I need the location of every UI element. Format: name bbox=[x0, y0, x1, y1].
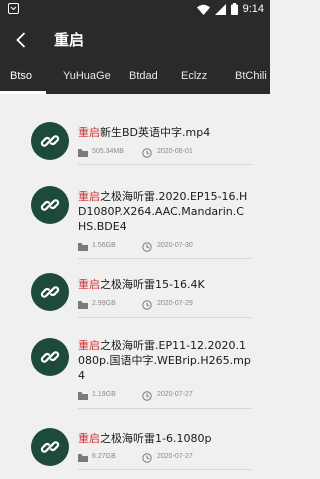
result-title-text: 之极海听雷15-16.4K bbox=[100, 278, 205, 291]
status-bar: 9:14 bbox=[0, 0, 270, 18]
tab-yuhuage[interactable]: YuHuaGe bbox=[63, 70, 111, 82]
result-meta: 2.99GB 2020-07-29 bbox=[78, 299, 258, 311]
app-notification-icon bbox=[8, 3, 19, 14]
result-size: 505.34MB bbox=[92, 148, 124, 155]
folder-icon bbox=[78, 149, 88, 157]
result-meta: 6.27GB 2020-07-27 bbox=[78, 452, 258, 464]
link-avatar bbox=[31, 186, 69, 224]
app-bar: 重启 bbox=[0, 18, 270, 62]
link-avatar bbox=[31, 428, 69, 466]
folder-icon bbox=[78, 454, 88, 462]
folder-icon bbox=[78, 301, 88, 309]
result-date: 2020-07-27 bbox=[157, 453, 193, 460]
result-title: 重启新生BD英语中字.mp4 bbox=[78, 125, 252, 140]
result-title-highlight: 重启 bbox=[78, 432, 100, 445]
link-icon bbox=[40, 351, 60, 363]
clock-icon bbox=[142, 391, 152, 401]
link-avatar bbox=[31, 122, 69, 160]
tab-eclzz[interactable]: Eclzz bbox=[181, 70, 207, 82]
result-meta: 1.56GB 2020-07-30 bbox=[78, 241, 258, 253]
result-size: 6.27GB bbox=[92, 453, 116, 460]
link-icon bbox=[40, 199, 60, 211]
result-title-highlight: 重启 bbox=[78, 126, 100, 139]
link-icon bbox=[40, 441, 60, 453]
tab-btchili[interactable]: BtChili bbox=[235, 70, 267, 82]
tab-btdad[interactable]: Btdad bbox=[129, 70, 158, 82]
wifi-icon bbox=[196, 4, 210, 15]
result-date: 2020-07-27 bbox=[157, 391, 193, 398]
item-divider bbox=[78, 258, 252, 259]
result-date: 2020-07-30 bbox=[157, 242, 193, 249]
clock-icon bbox=[142, 242, 152, 252]
page-title: 重启 bbox=[54, 31, 85, 49]
status-icons: 9:14 bbox=[196, 2, 264, 16]
source-tab-bar: Btso YuHuaGe Btdad Eclzz BtChili bbox=[0, 62, 270, 94]
result-date: 2020-07-29 bbox=[157, 300, 193, 307]
folder-icon bbox=[78, 243, 88, 251]
result-title-text: 之极海听雷.EP11-12.2020.1080p.国语中字.WEBrip.H26… bbox=[78, 339, 251, 382]
clock-icon bbox=[142, 300, 152, 310]
result-title-highlight: 重启 bbox=[78, 339, 100, 352]
result-title-text: 之极海听雷1-6.1080p bbox=[100, 432, 212, 445]
result-title-text: 之极海听雷.2020.EP15-16.HD1080P.X264.AAC.Mand… bbox=[78, 190, 248, 233]
link-avatar bbox=[31, 273, 69, 311]
result-title: 重启之极海听雷.EP11-12.2020.1080p.国语中字.WEBrip.H… bbox=[78, 338, 252, 383]
search-results-list: 重启新生BD英语中字.mp4 505.34MB 2020-08-01 重启之极海… bbox=[0, 94, 270, 479]
signal-icon bbox=[214, 3, 226, 15]
folder-icon bbox=[78, 392, 88, 400]
result-size: 2.99GB bbox=[92, 300, 116, 307]
link-icon bbox=[40, 135, 60, 147]
status-time: 9:14 bbox=[242, 3, 264, 15]
clock-icon bbox=[142, 148, 152, 158]
link-icon bbox=[40, 286, 60, 298]
item-divider bbox=[78, 317, 252, 318]
item-divider bbox=[78, 164, 252, 165]
result-title-text: 新生BD英语中字.mp4 bbox=[100, 126, 211, 139]
link-avatar bbox=[31, 338, 69, 376]
result-meta: 505.34MB 2020-08-01 bbox=[78, 147, 258, 159]
result-date: 2020-08-01 bbox=[157, 148, 193, 155]
item-divider bbox=[78, 469, 252, 470]
back-arrow-icon[interactable] bbox=[12, 30, 32, 50]
result-title-highlight: 重启 bbox=[78, 190, 100, 203]
result-title: 重启之极海听雷1-6.1080p bbox=[78, 431, 252, 446]
result-size: 1.56GB bbox=[92, 242, 116, 249]
tab-btso[interactable]: Btso bbox=[10, 70, 32, 82]
result-size: 1.19GB bbox=[92, 391, 116, 398]
result-title: 重启之极海听雷15-16.4K bbox=[78, 277, 252, 292]
battery-icon bbox=[230, 3, 238, 15]
item-divider bbox=[78, 408, 252, 409]
clock-icon bbox=[142, 453, 152, 463]
result-meta: 1.19GB 2020-07-27 bbox=[78, 390, 258, 402]
result-title: 重启之极海听雷.2020.EP15-16.HD1080P.X264.AAC.Ma… bbox=[78, 189, 252, 234]
result-title-highlight: 重启 bbox=[78, 278, 100, 291]
